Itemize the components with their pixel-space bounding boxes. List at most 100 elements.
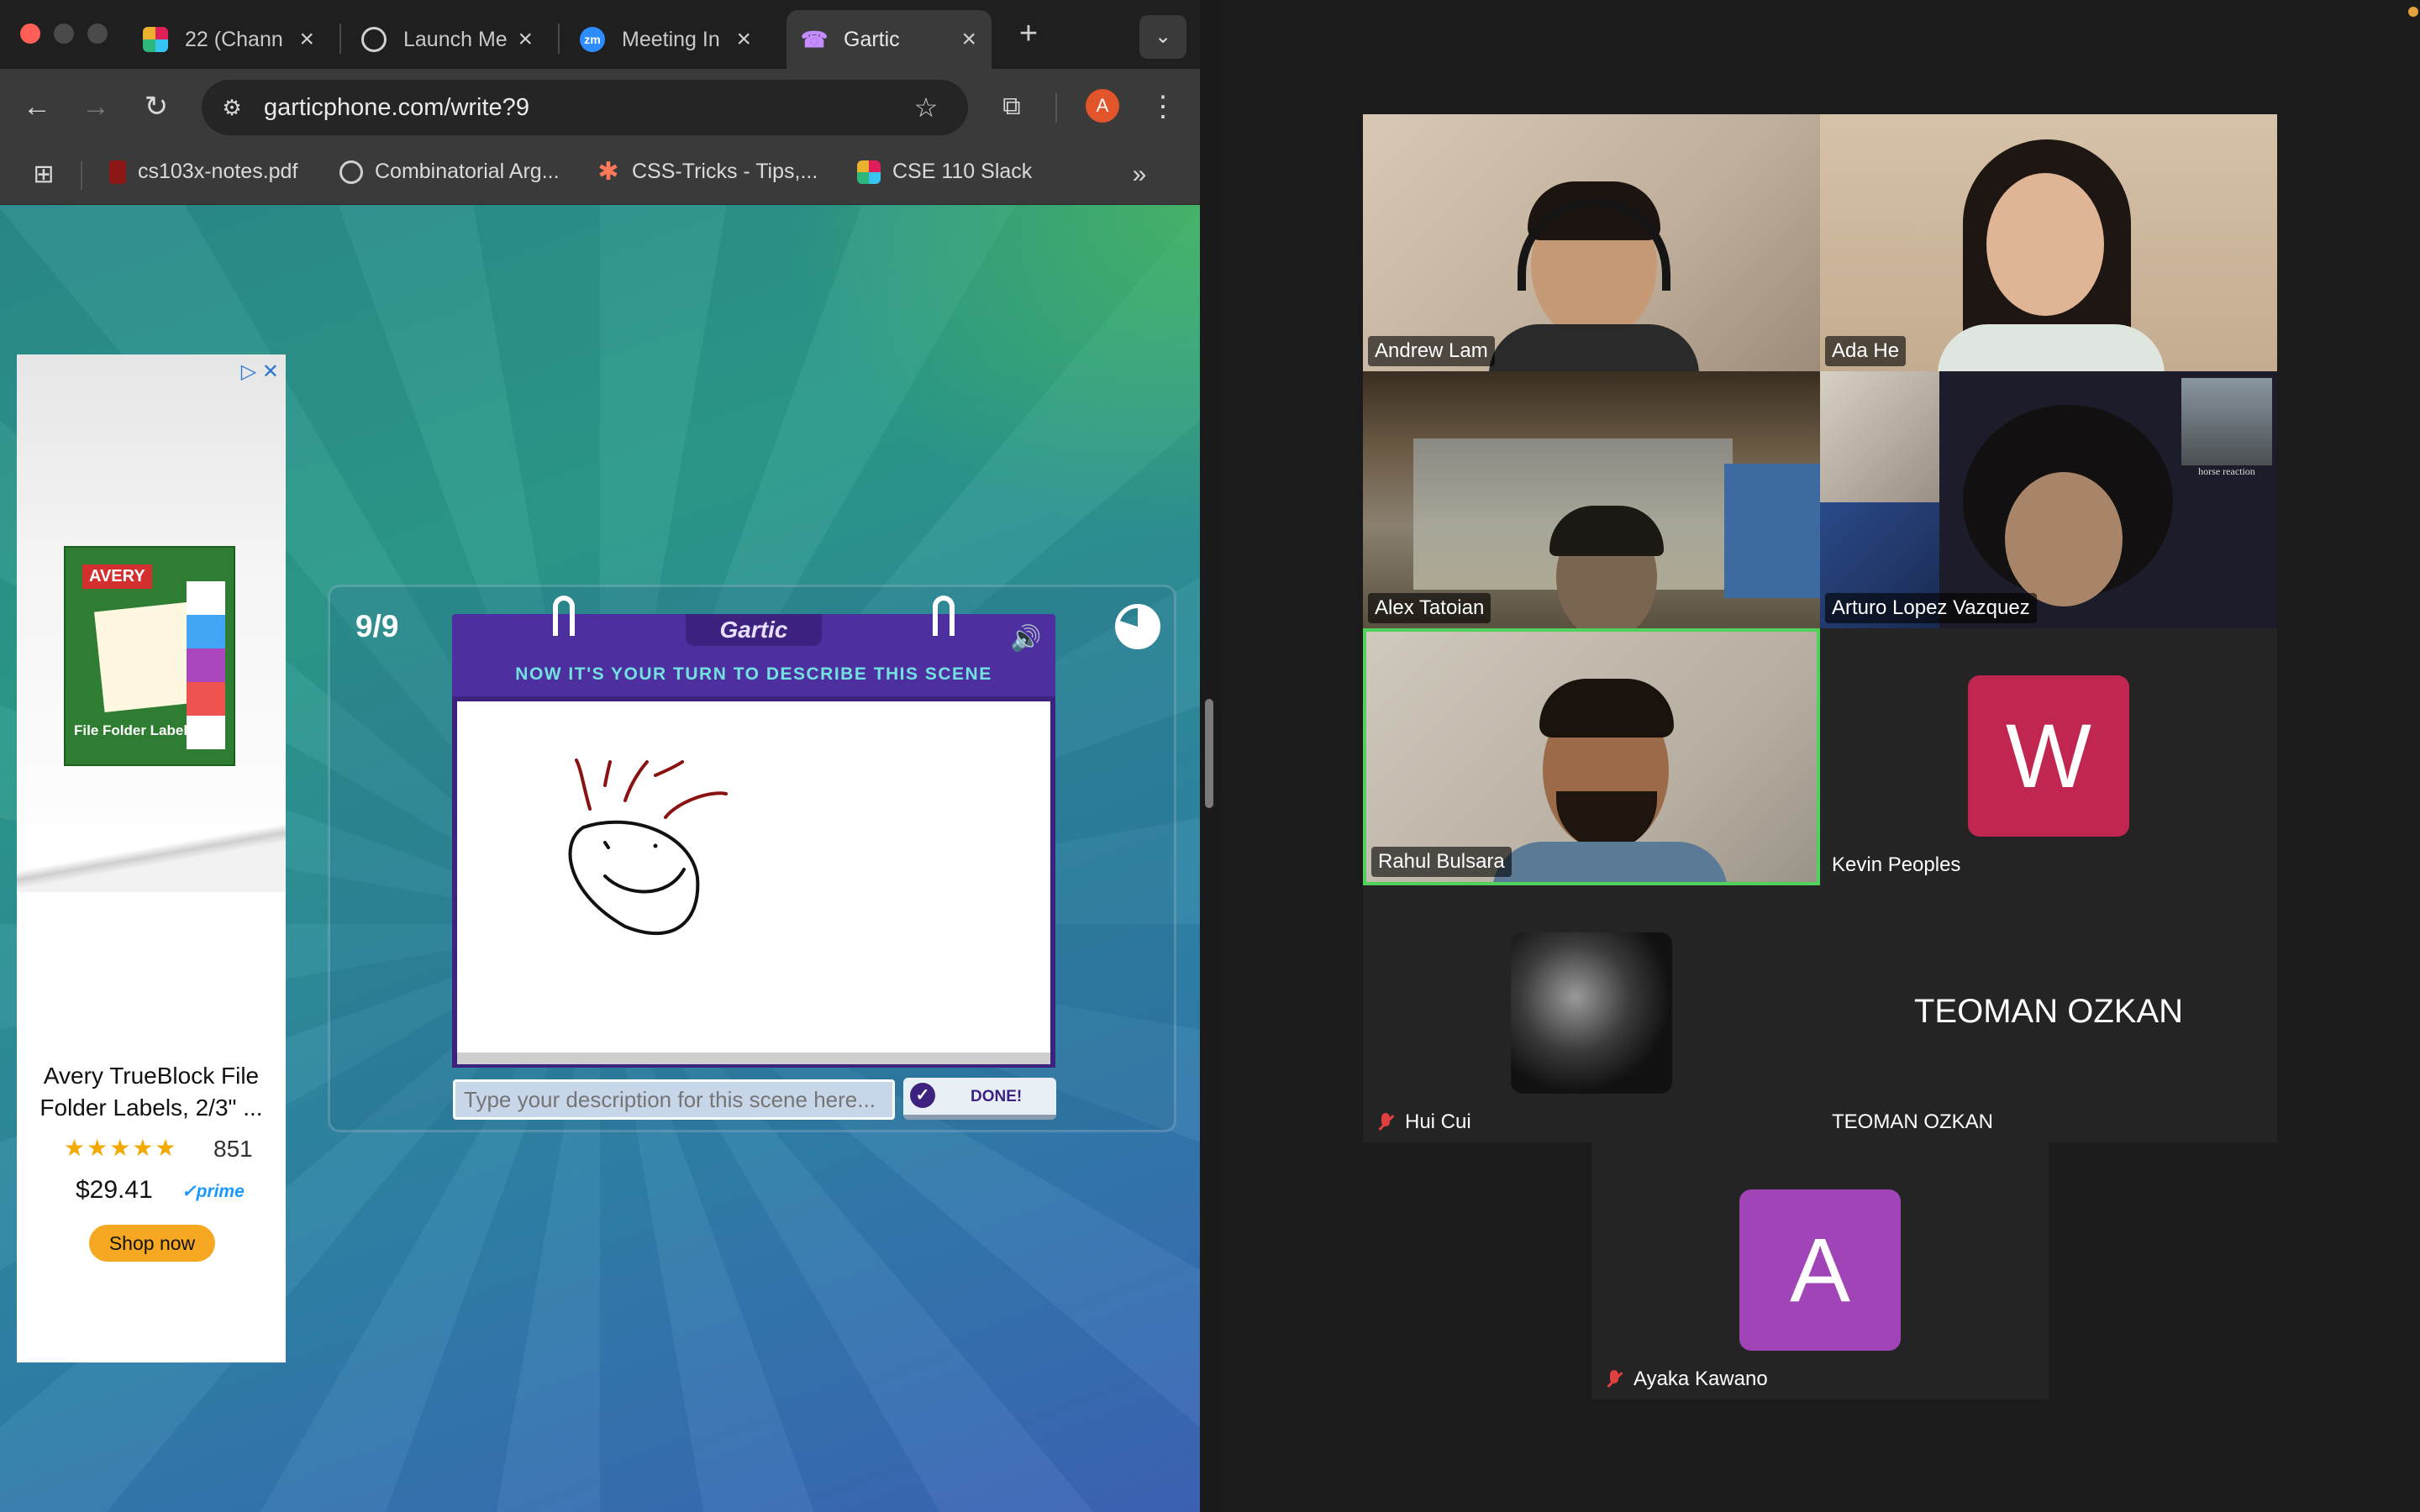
bookmark-cs103x[interactable]: cs103x-notes.pdf	[109, 160, 297, 184]
tab-label: Gartic	[844, 27, 900, 51]
close-window-button[interactable]	[20, 24, 40, 44]
mic-muted-icon	[1603, 1368, 1625, 1390]
ad-title[interactable]: Avery TrueBlock File Folder Labels, 2/3"…	[17, 1060, 286, 1124]
participant-initial-avatar: A	[1739, 1189, 1901, 1351]
profile-avatar[interactable]: A	[1086, 89, 1119, 123]
forward-icon[interactable]: →	[77, 88, 114, 125]
participant-tile[interactable]: horse reaction Arturo Lopez Vazquez	[1820, 371, 2277, 628]
description-input[interactable]	[453, 1079, 895, 1120]
mic-muted-icon	[1375, 1111, 1397, 1133]
apps-grid-icon[interactable]: ⊞	[25, 156, 62, 193]
bookmark-css-tricks[interactable]: ✱ CSS-Tricks - Tips,...	[597, 158, 818, 186]
star-rating: ★★★★★	[64, 1135, 178, 1161]
participant-name: Alex Tatoian	[1368, 593, 1491, 623]
participant-shirt	[1492, 842, 1728, 882]
tab-label: Launch Me	[403, 27, 508, 51]
site-settings-icon[interactable]: ⚙	[213, 89, 250, 126]
participant-tile[interactable]: Alex Tatoian	[1363, 371, 1820, 628]
tab-launch-meeting[interactable]: Launch Me ×	[346, 10, 548, 69]
participant-video	[1986, 173, 2104, 316]
ad-banner[interactable]: ▷ ✕ AVERY File Folder Labels Avery TrueB…	[17, 354, 286, 1362]
name-text: Hui Cui	[1405, 1110, 1471, 1133]
slack-icon	[143, 27, 168, 52]
browser-window: 22 (Chann × Launch Me × zm Meeting In × …	[0, 0, 1200, 1512]
participant-shirt	[1938, 324, 2165, 371]
minimize-window-button[interactable]	[54, 24, 74, 44]
binder-ring-icon	[933, 596, 955, 636]
window-resize-handle[interactable]	[1205, 699, 1213, 808]
participant-tile[interactable]: Ada He	[1820, 114, 2277, 371]
tab-search-icon[interactable]: ⌄	[1139, 15, 1186, 59]
profile-picture	[1511, 932, 1672, 1094]
name-text: Andrew Lam	[1375, 339, 1488, 362]
participant-tile[interactable]: Rahul Bulsara	[1363, 628, 1820, 885]
tab-meeting-info[interactable]: zm Meeting In ×	[565, 10, 766, 69]
participant-name: Andrew Lam	[1368, 336, 1495, 366]
gartic-page: ▷ ✕ AVERY File Folder Labels Avery TrueB…	[0, 205, 1200, 1512]
tab-strip: 22 (Chann × Launch Me × zm Meeting In × …	[0, 0, 1200, 69]
product-name: File Folder Labels	[74, 722, 196, 738]
participant-tile[interactable]: Hui Cui	[1363, 885, 1820, 1142]
product-image[interactable]: AVERY File Folder Labels	[64, 546, 235, 766]
tab-label: Meeting In	[622, 27, 720, 51]
gartic-logo: Gartic	[686, 614, 822, 646]
tab-label: 22 (Chann	[185, 27, 283, 51]
ad-price: $29.41	[76, 1176, 153, 1204]
timer-icon	[1115, 604, 1160, 649]
more-bookmarks-icon[interactable]: »	[1121, 156, 1158, 193]
phone-icon: ☎	[800, 26, 829, 52]
reload-icon[interactable]: ↻	[138, 88, 175, 125]
close-icon[interactable]: ×	[518, 25, 533, 54]
zoom-window-button[interactable]	[87, 24, 108, 44]
back-icon[interactable]: ←	[18, 88, 55, 125]
participant-name: Rahul Bulsara	[1371, 847, 1512, 877]
participant-name: Ayaka Kawano	[1597, 1364, 1775, 1394]
participant-tile[interactable]: A Ayaka Kawano	[1591, 1142, 2049, 1399]
participant-name: Hui Cui	[1368, 1107, 1478, 1137]
extensions-icon[interactable]: ⧉	[993, 88, 1030, 125]
bookmark-cse110[interactable]: CSE 110 Slack	[857, 160, 1032, 184]
tab-divider	[339, 24, 341, 54]
globe-icon	[339, 160, 363, 184]
bookmark-label: CSE 110 Slack	[892, 160, 1033, 183]
toolbar-divider	[1055, 92, 1057, 123]
participant-tile[interactable]: W Kevin Peoples	[1820, 628, 2277, 885]
participant-shirt	[1489, 324, 1699, 371]
globe-icon	[361, 27, 387, 52]
name-text: Ayaka Kawano	[1634, 1368, 1768, 1390]
participant-hair	[1539, 679, 1674, 738]
name-text: Arturo Lopez Vazquez	[1832, 596, 2030, 619]
round-counter: 9/9	[355, 609, 399, 643]
name-text: Alex Tatoian	[1375, 596, 1485, 619]
close-icon[interactable]: ×	[299, 25, 314, 54]
done-button[interactable]: ✓ DONE!	[903, 1078, 1056, 1120]
participant-name: Ada He	[1825, 336, 1907, 366]
background-glow	[780, 205, 1200, 541]
binder-ring-icon	[553, 596, 575, 636]
bookmark-star-icon[interactable]: ☆	[908, 89, 944, 126]
tab-divider	[558, 24, 560, 54]
tab-gartic[interactable]: ☎ Gartic ×	[786, 10, 992, 69]
horse-image	[2181, 378, 2272, 465]
ad-wave	[17, 825, 286, 892]
cat-image	[1820, 371, 1939, 502]
address-bar[interactable]: ⚙ garticphone.com/write?9 ☆	[202, 80, 968, 135]
participant-tile[interactable]: Andrew Lam	[1363, 114, 1820, 371]
bookmark-combinatorial[interactable]: Combinatorial Arg...	[339, 160, 560, 184]
menu-icon[interactable]: ⋮	[1144, 88, 1181, 125]
participant-name: Kevin Peoples	[1825, 850, 1967, 880]
slack-icon	[857, 160, 881, 184]
new-tab-icon[interactable]: +	[1010, 15, 1047, 52]
name-text: Rahul Bulsara	[1378, 850, 1505, 873]
sound-icon[interactable]: 🔊	[1010, 624, 1041, 654]
tab-slack[interactable]: 22 (Chann ×	[128, 10, 329, 69]
scene-card: Gartic NOW IT'S YOUR TURN TO DESCRIBE TH…	[452, 596, 1055, 1068]
shop-now-button[interactable]: Shop now	[89, 1225, 215, 1262]
ad-choices-icon[interactable]: ▷ ✕	[241, 360, 279, 384]
bookmark-label: Combinatorial Arg...	[375, 160, 560, 183]
close-icon[interactable]: ×	[961, 25, 976, 54]
close-icon[interactable]: ×	[736, 25, 751, 54]
participant-tile[interactable]: TEOMAN OZKAN TEOMAN OZKAN	[1820, 885, 2277, 1142]
participant-name: Arturo Lopez Vazquez	[1825, 593, 2037, 623]
participant-video	[2005, 472, 2123, 606]
